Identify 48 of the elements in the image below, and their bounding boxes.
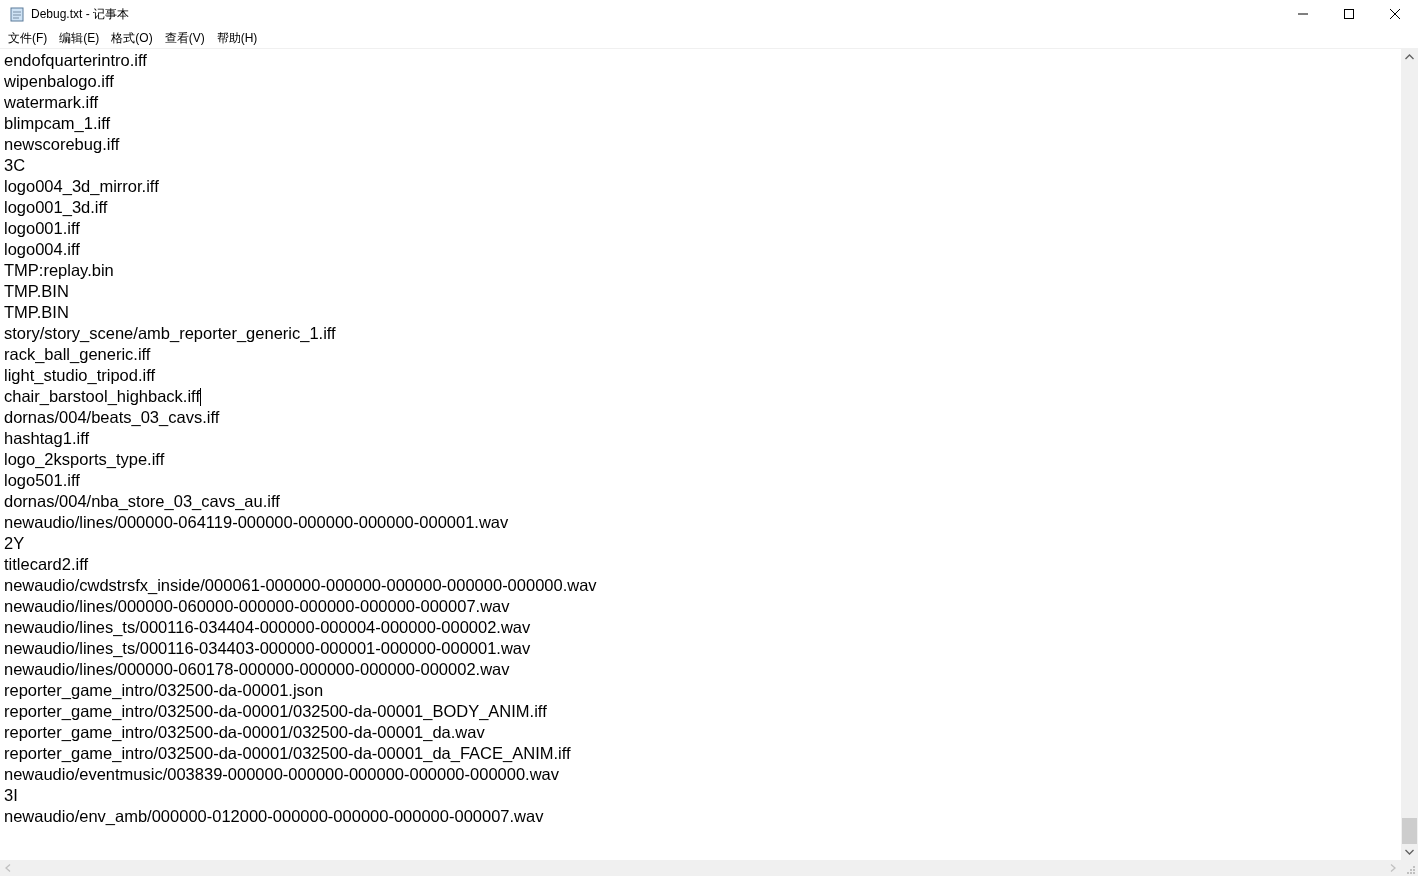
text-line: titlecard2.iff xyxy=(4,554,89,575)
text-line: blimpcam_1.iff xyxy=(4,113,111,134)
text-line: newscorebug.iff xyxy=(4,134,120,155)
text-line: TMP.BIN xyxy=(4,302,69,323)
text-line: 3C xyxy=(4,155,26,176)
text-line: story/story_scene/amb_reporter_generic_1.iff xyxy=(4,323,336,344)
text-line: endofquarterintro.iff xyxy=(4,50,147,71)
text-line: newaudio/cwdstrsfx_inside/000061-000000-000000-000000-000000-000000.wav xyxy=(4,575,597,596)
text-line: logo004_3d_mirror.iff xyxy=(4,176,159,197)
text-line: reporter_game_intro/032500-da-00001/032500-da-00001_da_FACE_ANIM.iff xyxy=(4,743,571,764)
text-line: newaudio/eventmusic/003839-000000-000000-000000-000000-000000.wav xyxy=(4,764,559,785)
text-line: light_studio_tripod.iff xyxy=(4,365,156,386)
maximize-icon[interactable] xyxy=(1344,9,1354,19)
text-line: reporter_game_intro/032500-da-00001.json xyxy=(4,680,324,701)
menu-item[interactable]: 格式(O) xyxy=(105,29,159,47)
text-line: logo004.iff xyxy=(4,239,80,260)
menu-item[interactable]: 帮助(H) xyxy=(210,29,264,47)
scrollbar-thumb[interactable] xyxy=(1402,818,1417,844)
text-line: logo001.iff xyxy=(4,218,80,239)
menu-item[interactable]: 文件(F) xyxy=(2,29,54,47)
text-line: logo_2ksports_type.iff xyxy=(4,449,165,470)
text-cursor xyxy=(200,388,201,406)
text-line: TMP.BIN xyxy=(4,281,69,302)
close-icon[interactable] xyxy=(1390,9,1400,19)
menu-item[interactable]: 查看(V) xyxy=(158,29,211,47)
text-line: 3I xyxy=(4,785,18,806)
text-line: hashtag1.iff xyxy=(4,428,89,449)
menu-item[interactable]: 编辑(E) xyxy=(53,29,106,47)
text-line: newaudio/env_amb/000000-012000-000000-000000-000000-000007.wav xyxy=(4,806,544,827)
text-line: logo001_3d.iff xyxy=(4,197,108,218)
text-line: newaudio/lines/000000-060000-000000-000000-000000-000007.wav xyxy=(4,596,510,617)
text-line: wipenbalogo.iff xyxy=(4,71,114,92)
text-line: newaudio/lines_ts/000116-034403-000000-000001-000000-000001.wav xyxy=(4,638,531,659)
text-line: newaudio/lines/000000-064119-000000-000000-000000-000001.wav xyxy=(4,512,509,533)
text-line: reporter_game_intro/032500-da-00001/032500-da-00001_BODY_ANIM.iff xyxy=(4,701,547,722)
text-line: 2Y xyxy=(4,533,25,554)
text-line: newaudio/lines_ts/000116-034404-000000-000004-000000-000002.wav xyxy=(4,617,531,638)
window-title: Debug.txt - 记事本 xyxy=(31,5,131,23)
text-line: TMP:replay.bin xyxy=(4,260,114,281)
text-line: chair_barstool_highback.iff xyxy=(4,386,200,407)
text-line: newaudio/lines/000000-060178-000000-000000-000000-000002.wav xyxy=(4,659,510,680)
text-line: reporter_game_intro/032500-da-00001/032500-da-00001_da.wav xyxy=(4,722,485,743)
text-line: dornas/004/nba_store_03_cavs_au.iff xyxy=(4,491,280,512)
text-line: dornas/004/beats_03_cavs.iff xyxy=(4,407,220,428)
text-line: rack_ball_generic.iff xyxy=(4,344,151,365)
text-line: logo501.iff xyxy=(4,470,80,491)
text-line: watermark.iff xyxy=(4,92,99,113)
notepad-icon xyxy=(9,6,25,22)
